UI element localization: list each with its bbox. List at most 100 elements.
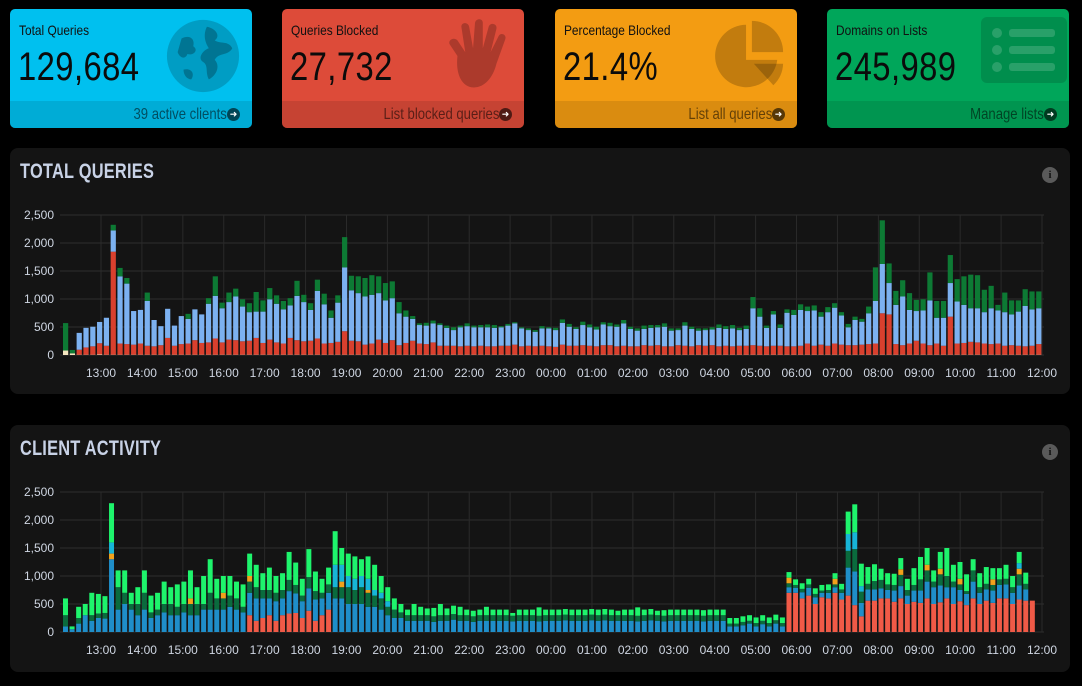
bar-segment[interactable] bbox=[484, 324, 491, 328]
bar-segment[interactable] bbox=[1036, 308, 1042, 345]
bar-segment[interactable] bbox=[996, 584, 1002, 599]
bar-segment[interactable] bbox=[995, 304, 1001, 311]
bar-segment[interactable] bbox=[76, 349, 82, 355]
bar-segment[interactable] bbox=[267, 288, 273, 300]
bar-segment[interactable] bbox=[266, 615, 272, 632]
bar-segment[interactable] bbox=[418, 620, 424, 632]
bar-segment[interactable] bbox=[786, 572, 792, 578]
bar-segment[interactable] bbox=[891, 573, 897, 585]
bar-segment[interactable] bbox=[335, 295, 341, 303]
bar-segment[interactable] bbox=[654, 620, 660, 632]
bar-segment[interactable] bbox=[818, 316, 824, 345]
bar-segment[interactable] bbox=[398, 618, 404, 632]
bar-segment[interactable] bbox=[135, 604, 141, 616]
bar-segment[interactable] bbox=[1003, 598, 1009, 632]
bar-segment[interactable] bbox=[707, 615, 713, 621]
bar-segment[interactable] bbox=[845, 595, 851, 632]
bar-segment[interactable] bbox=[405, 615, 410, 621]
bar-segment[interactable] bbox=[510, 621, 516, 632]
bar-segment[interactable] bbox=[171, 345, 178, 355]
bar-segment[interactable] bbox=[582, 620, 588, 632]
bar-segment[interactable] bbox=[793, 584, 799, 588]
bar-segment[interactable] bbox=[990, 568, 996, 580]
bar-segment[interactable] bbox=[293, 584, 299, 594]
bar-segment[interactable] bbox=[90, 346, 96, 355]
bar-segment[interactable] bbox=[201, 576, 207, 604]
bar-segment[interactable] bbox=[332, 564, 338, 588]
bar-segment[interactable] bbox=[906, 309, 913, 344]
bar-segment[interactable] bbox=[286, 551, 292, 580]
bar-segment[interactable] bbox=[378, 576, 384, 593]
bar-segment[interactable] bbox=[1022, 289, 1028, 306]
bar-segment[interactable] bbox=[546, 328, 552, 347]
bar-segment[interactable] bbox=[314, 338, 321, 355]
bar-segment[interactable] bbox=[1003, 584, 1009, 599]
bar-segment[interactable] bbox=[444, 615, 450, 621]
bar-segment[interactable] bbox=[970, 559, 976, 571]
bar-segment[interactable] bbox=[372, 606, 378, 632]
bar-segment[interactable] bbox=[423, 322, 429, 326]
bar-segment[interactable] bbox=[1008, 345, 1015, 355]
bar-segment[interactable] bbox=[226, 302, 232, 340]
bar-segment[interactable] bbox=[784, 346, 790, 355]
bar-segment[interactable] bbox=[709, 327, 715, 330]
bar-segment[interactable] bbox=[944, 576, 950, 588]
bar-segment[interactable] bbox=[161, 604, 167, 613]
bar-segment[interactable] bbox=[234, 581, 239, 599]
bar-segment[interactable] bbox=[859, 318, 865, 322]
bar-segment[interactable] bbox=[185, 343, 191, 355]
bar-segment[interactable] bbox=[212, 276, 218, 296]
bar-segment[interactable] bbox=[661, 610, 667, 616]
bar-segment[interactable] bbox=[839, 599, 845, 632]
bar-segment[interactable] bbox=[819, 590, 825, 593]
bar-segment[interactable] bbox=[852, 549, 858, 572]
bar-segment[interactable] bbox=[444, 327, 450, 346]
bar-segment[interactable] bbox=[918, 579, 924, 591]
bar-segment[interactable] bbox=[702, 328, 708, 331]
bar-segment[interactable] bbox=[635, 615, 641, 622]
bar-segment[interactable] bbox=[110, 251, 116, 355]
bar-segment[interactable] bbox=[464, 326, 470, 346]
bar-segment[interactable] bbox=[457, 327, 463, 347]
bar-segment[interactable] bbox=[674, 615, 680, 621]
bar-segment[interactable] bbox=[273, 303, 280, 343]
bar-segment[interactable] bbox=[556, 615, 562, 621]
bar-segment[interactable] bbox=[811, 305, 817, 311]
bar-segment[interactable] bbox=[995, 343, 1001, 355]
bar-segment[interactable] bbox=[181, 604, 187, 613]
bar-segment[interactable] bbox=[352, 590, 358, 604]
bar-segment[interactable] bbox=[553, 330, 559, 347]
bar-segment[interactable] bbox=[743, 345, 749, 355]
bar-segment[interactable] bbox=[301, 294, 307, 303]
bar-segment[interactable] bbox=[410, 316, 416, 319]
bar-segment[interactable] bbox=[654, 610, 660, 616]
bar-segment[interactable] bbox=[893, 344, 899, 355]
bar-segment[interactable] bbox=[628, 620, 634, 632]
bar-segment[interactable] bbox=[306, 610, 312, 632]
bar-segment[interactable] bbox=[319, 598, 325, 616]
bar-segment[interactable] bbox=[995, 310, 1001, 344]
bar-segment[interactable] bbox=[549, 615, 555, 621]
bar-segment[interactable] bbox=[852, 532, 858, 550]
bar-segment[interactable] bbox=[773, 620, 779, 624]
bar-segment[interactable] bbox=[750, 308, 756, 346]
bar-segment[interactable] bbox=[498, 345, 504, 355]
bar-segment[interactable] bbox=[155, 609, 161, 616]
bar-segment[interactable] bbox=[355, 276, 361, 294]
bar-segment[interactable] bbox=[927, 300, 933, 346]
bar-segment[interactable] bbox=[396, 302, 402, 314]
bar-segment[interactable] bbox=[95, 593, 101, 614]
card-footer-link[interactable]: List all queries ➜ bbox=[555, 101, 797, 128]
bar-segment[interactable] bbox=[924, 564, 930, 571]
bar-segment[interactable] bbox=[491, 327, 497, 347]
bar-segment[interactable] bbox=[299, 595, 305, 602]
bar-segment[interactable] bbox=[964, 591, 970, 594]
bar-segment[interactable] bbox=[634, 330, 640, 347]
bar-segment[interactable] bbox=[968, 308, 974, 342]
bar-segment[interactable] bbox=[924, 598, 930, 632]
bar-segment[interactable] bbox=[174, 606, 180, 616]
bar-segment[interactable] bbox=[194, 587, 200, 604]
bar-segment[interactable] bbox=[675, 345, 681, 355]
bar-segment[interactable] bbox=[174, 615, 180, 632]
bar-segment[interactable] bbox=[898, 569, 904, 575]
